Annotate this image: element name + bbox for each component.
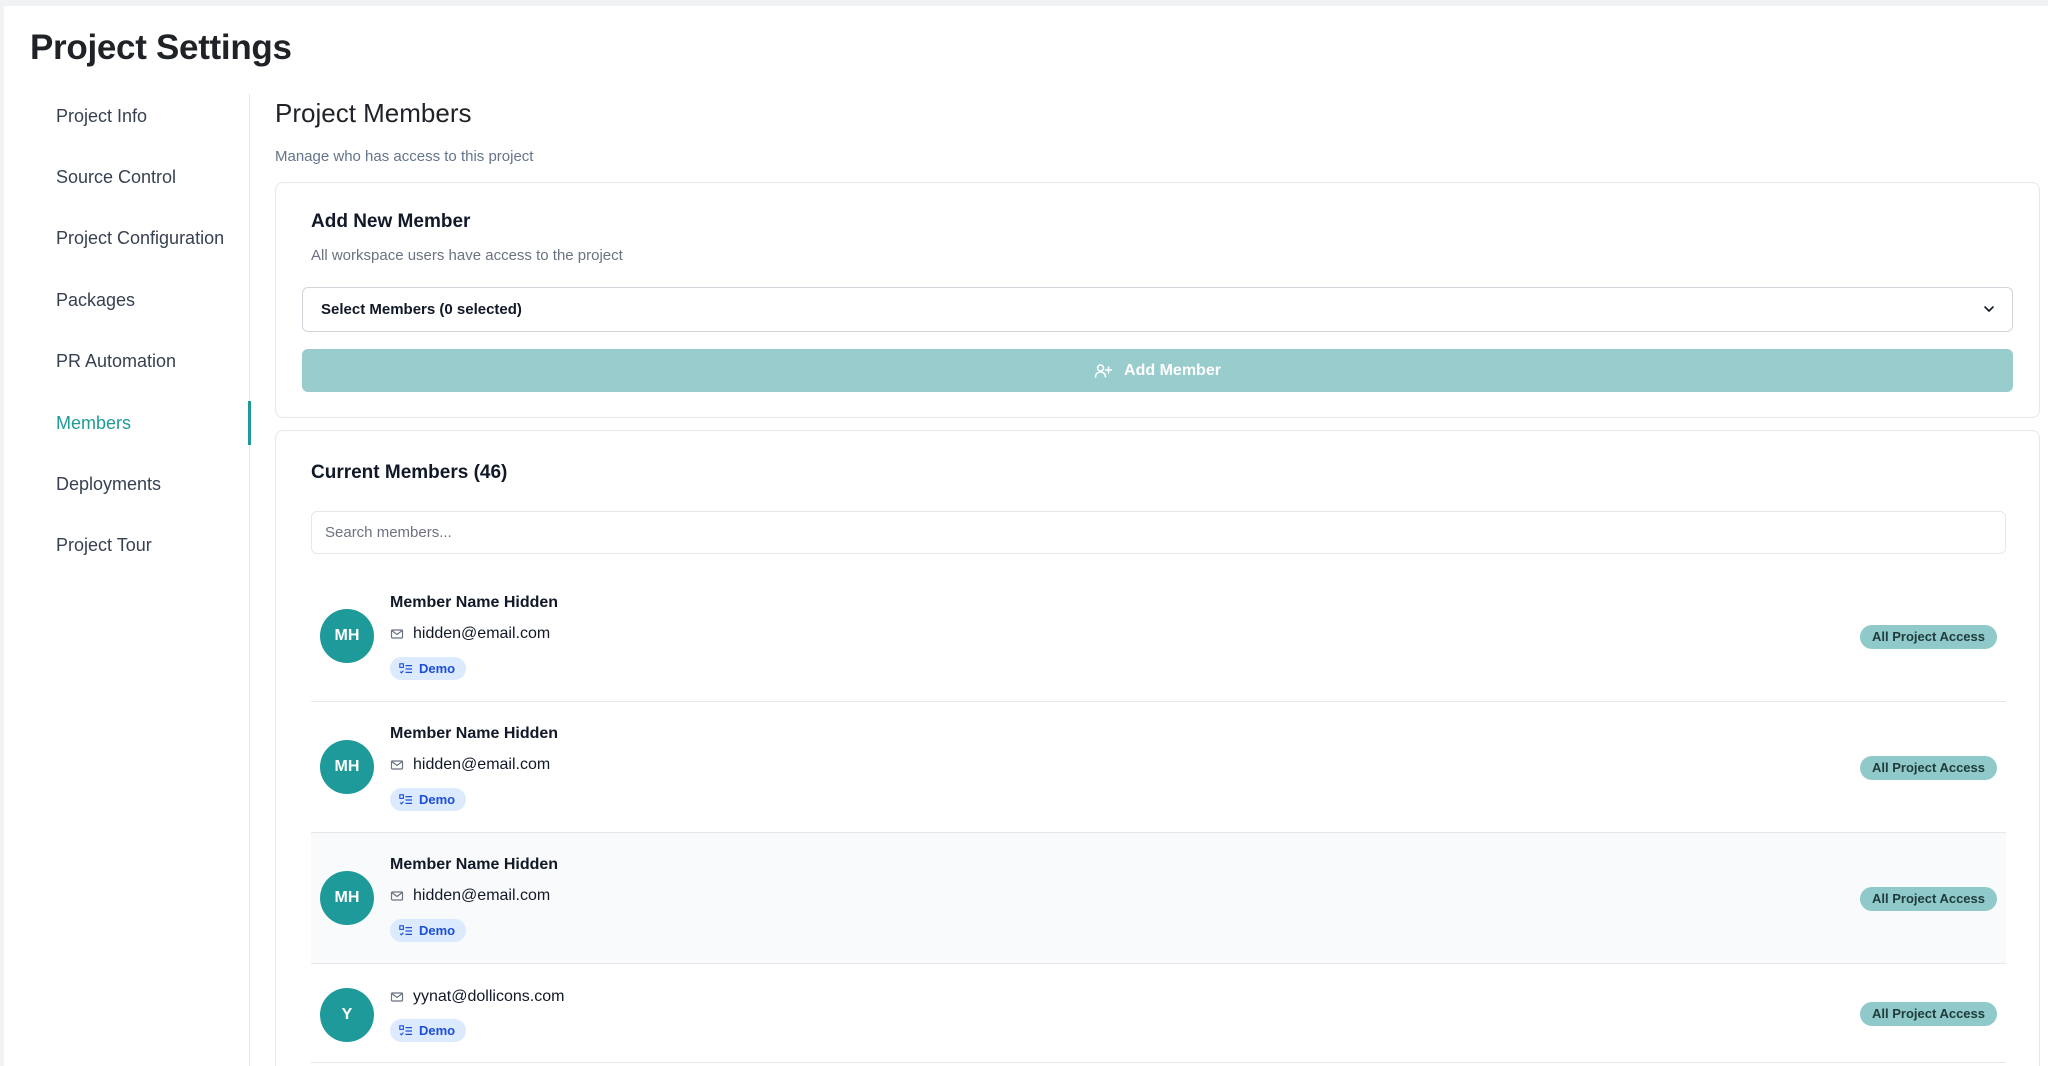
sidebar-item-label: Project Configuration [56,228,225,248]
member-row: MH Member Name Hidden hidden@email.com D… [311,833,2006,964]
project-tag: Demo [390,657,467,680]
sidebar-item-label: Packages [56,290,136,310]
member-email: hidden@email.com [413,756,551,773]
member-list: MH Member Name Hidden hidden@email.com D… [311,571,2006,1063]
project-tag-label: Demo [419,661,456,676]
member-select-dropdown[interactable]: Select Members (0 selected) [302,287,2013,332]
sidebar-item-project-configuration[interactable]: Project Configuration [56,216,250,260]
avatar: MH [320,740,374,794]
search-members-input[interactable] [311,511,2006,554]
page-title: Project Settings [30,28,292,67]
project-tag-label: Demo [419,792,456,807]
app-window: Project Settings Project Info Source Con… [4,6,2048,1066]
member-email-line: yynat@dollicons.com [390,988,564,1006]
member-name: Member Name Hidden [390,856,559,873]
user-plus-icon [1094,363,1113,378]
mail-icon [390,629,404,639]
mail-icon [390,992,404,1002]
add-member-subtitle: All workspace users have access to the p… [311,247,623,264]
member-email-line: hidden@email.com [390,756,550,774]
sidebar-item-packages[interactable]: Packages [56,278,250,322]
member-email-line: hidden@email.com [390,625,550,643]
chevron-down-icon [1984,306,1994,312]
member-email: hidden@email.com [413,887,551,904]
list-checks-icon [399,662,412,674]
members-panel: Project Members Manage who has access to… [275,6,2048,1066]
sidebar-item-deployments[interactable]: Deployments [56,462,250,506]
list-checks-icon [399,793,412,805]
access-badge: All Project Access [1860,887,1997,911]
sidebar-item-label: Deployments [56,474,162,494]
access-badge: All Project Access [1860,1002,1997,1026]
sidebar-item-label: Members [56,413,132,433]
add-member-button[interactable]: Add Member [302,349,2013,392]
active-indicator [248,401,251,445]
sidebar-item-source-control[interactable]: Source Control [56,155,250,199]
avatar: Y [320,988,374,1042]
sidebar-item-label: Source Control [56,167,177,187]
project-tag-label: Demo [419,1023,456,1038]
avatar: MH [320,609,374,663]
member-email-line: hidden@email.com [390,887,550,905]
current-members-card: Current Members (46) MH Member Name Hidd… [275,430,2040,1066]
current-members-title: Current Members (46) [311,462,508,483]
member-name: Member Name Hidden [390,594,559,611]
project-tag: Demo [390,788,467,811]
access-badge: All Project Access [1860,756,1997,780]
access-badge: All Project Access [1860,625,1997,649]
sidebar-item-project-tour[interactable]: Project Tour [56,523,250,567]
sidebar-item-pr-automation[interactable]: PR Automation [56,339,250,383]
member-row: MH Member Name Hidden hidden@email.com D… [311,571,2006,702]
member-name: Member Name Hidden [390,725,559,742]
project-tag: Demo [390,1019,467,1042]
member-select-value: Select Members (0 selected) [321,301,522,318]
sidebar-item-project-info[interactable]: Project Info [56,94,250,138]
list-checks-icon [399,924,412,936]
project-tag: Demo [390,919,467,942]
sidebar-item-label: Project Info [56,106,148,126]
settings-sidebar: Project Info Source Control Project Conf… [4,94,251,1066]
member-email: hidden@email.com [413,625,551,642]
member-row: MH Member Name Hidden hidden@email.com D… [311,702,2006,833]
add-member-title: Add New Member [311,211,471,232]
member-email: yynat@dollicons.com [413,988,565,1005]
sidebar-item-label: Project Tour [56,535,152,555]
mail-icon [390,891,404,901]
sidebar-item-label: PR Automation [56,351,177,371]
member-row: Y yynat@dollicons.com Demo All Project A… [311,964,2006,1063]
avatar: MH [320,871,374,925]
project-tag-label: Demo [419,923,456,938]
mail-icon [390,760,404,770]
add-member-button-label: Add Member [1124,361,1221,379]
sidebar-item-members[interactable]: Members [56,401,251,445]
section-subtitle: Manage who has access to this project [275,148,534,165]
list-checks-icon [399,1024,412,1036]
add-member-card: Add New Member All workspace users have … [275,182,2040,418]
section-title: Project Members [275,98,472,128]
